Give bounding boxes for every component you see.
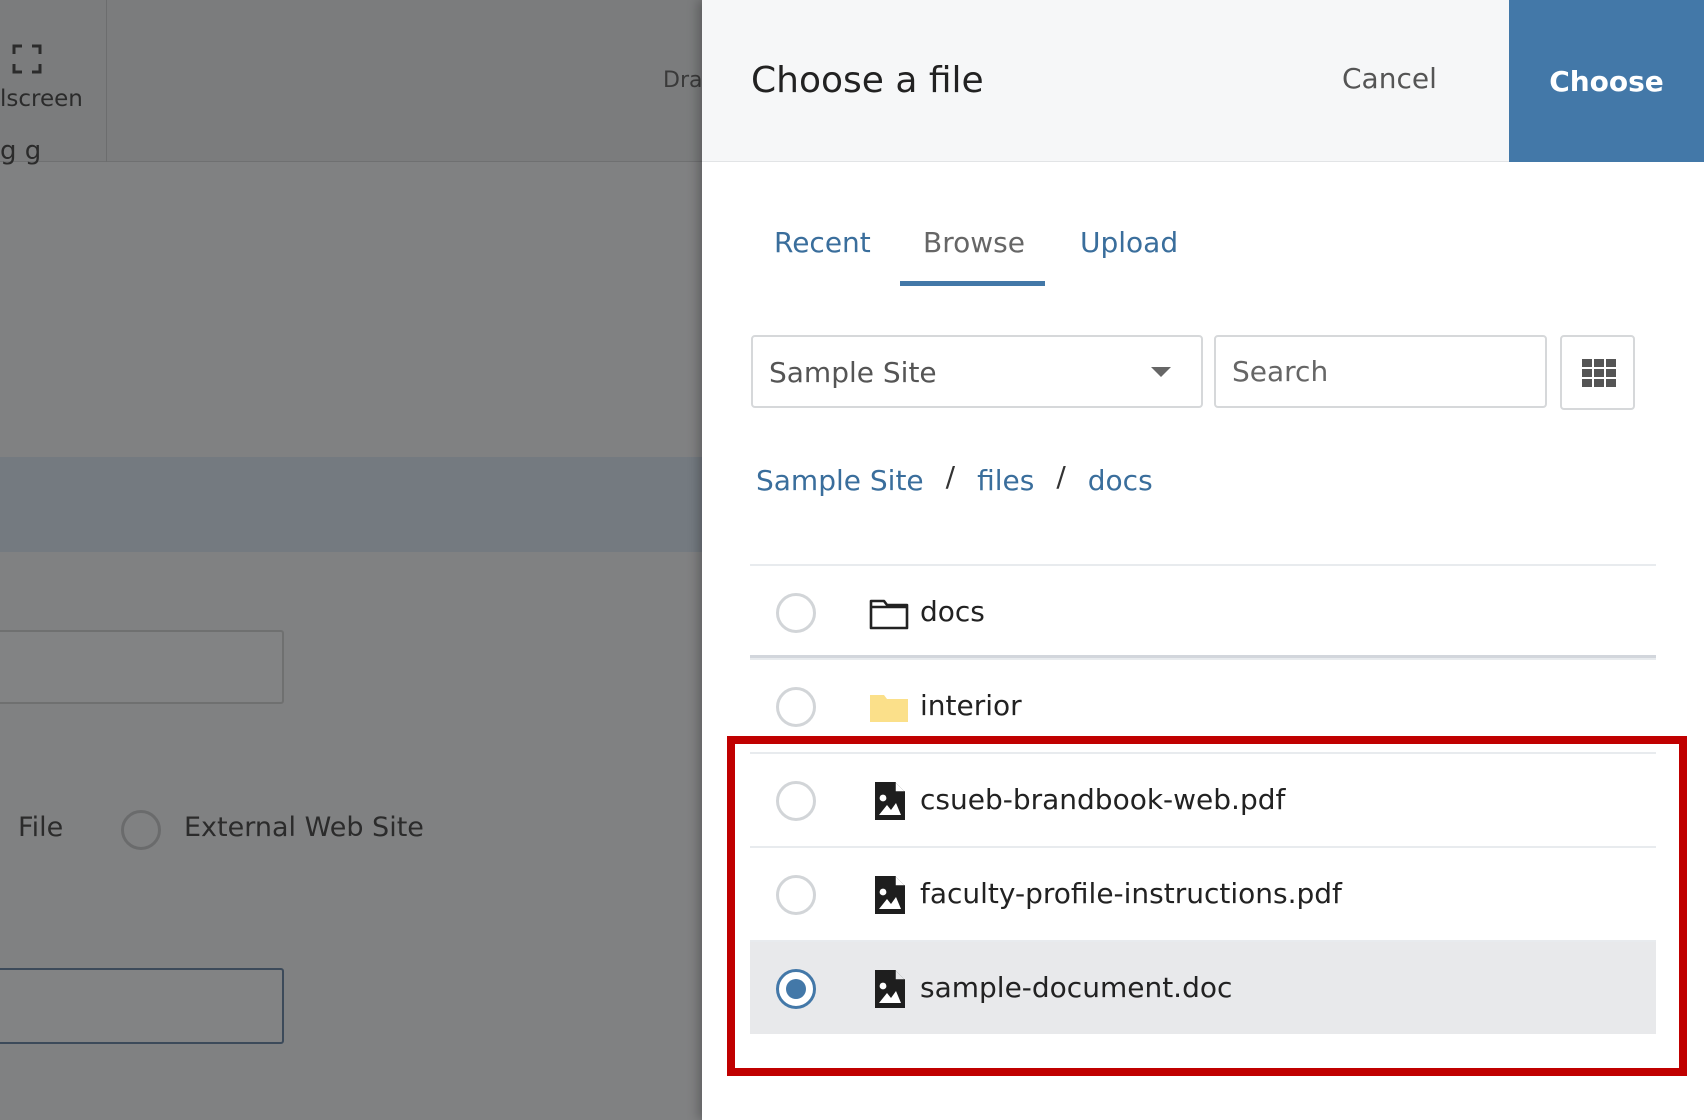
choose-file-dialog: Choose a file Cancel Choose Recent Brows… [702,0,1704,1120]
file-image-icon [875,876,905,914]
item-radio-checked[interactable] [776,969,816,1009]
background-text-fragment: g g [0,136,42,166]
list-item-folder-interior[interactable]: interior [750,658,1656,752]
grid-view-button[interactable] [1560,335,1635,410]
active-tab-indicator [900,281,1045,286]
list-item-file[interactable]: csueb-brandbook-web.pdf [750,752,1656,846]
link-type-external-label: External Web Site [184,812,424,843]
caret-down-icon [1151,367,1171,377]
background-section-band [0,457,702,552]
dialog-header: Choose a file Cancel Choose [702,0,1704,162]
grid-icon [1582,359,1616,387]
background-toolbar: lscreen Dra [0,0,702,162]
breadcrumb-separator: / [1056,460,1066,493]
breadcrumb-item-sample-site[interactable]: Sample Site [756,464,924,497]
tab-upload[interactable]: Upload [1080,226,1178,259]
breadcrumb-item-docs[interactable]: docs [1088,464,1153,497]
background-text-input [0,630,284,704]
dialog-title: Choose a file [751,60,984,101]
item-name: docs [920,595,985,628]
list-item-folder-docs[interactable]: docs [750,564,1656,658]
link-type-external-radio [121,810,161,850]
item-name: interior [920,689,1022,722]
tab-browse[interactable]: Browse [923,226,1025,259]
fullscreen-icon [12,44,42,74]
list-item-file-selected[interactable]: sample-document.doc [750,940,1656,1034]
choose-button[interactable]: Choose [1509,0,1704,162]
site-select[interactable]: Sample Site [751,335,1203,408]
item-name: sample-document.doc [920,971,1233,1004]
search-input[interactable] [1214,335,1547,408]
background-page: lscreen Dra g g File External Web Site [0,0,702,1120]
tab-recent[interactable]: Recent [774,226,871,259]
breadcrumb-separator: / [945,460,956,493]
breadcrumb-item-files[interactable]: files [977,464,1034,497]
file-list: docs interior csueb-brandbook-web.pdf fa… [750,564,1656,1034]
item-radio[interactable] [776,781,816,821]
item-radio[interactable] [776,687,816,727]
list-item-file[interactable]: faculty-profile-instructions.pdf [750,846,1656,940]
background-file-input [0,968,284,1044]
cancel-button[interactable]: Cancel [1342,62,1437,95]
breadcrumb: Sample Site / files / docs [756,460,1153,497]
drag-label: Dra [663,68,702,93]
folder-outline-icon [869,599,909,630]
item-name: faculty-profile-instructions.pdf [920,877,1342,910]
site-select-value: Sample Site [769,356,937,389]
item-radio[interactable] [776,875,816,915]
item-radio[interactable] [776,593,816,633]
file-image-icon [875,782,905,820]
link-type-file-label: File [18,812,64,843]
item-name: csueb-brandbook-web.pdf [920,783,1286,816]
file-image-icon [875,970,905,1008]
folder-icon [870,695,908,722]
fullscreen-label: lscreen [0,86,83,112]
